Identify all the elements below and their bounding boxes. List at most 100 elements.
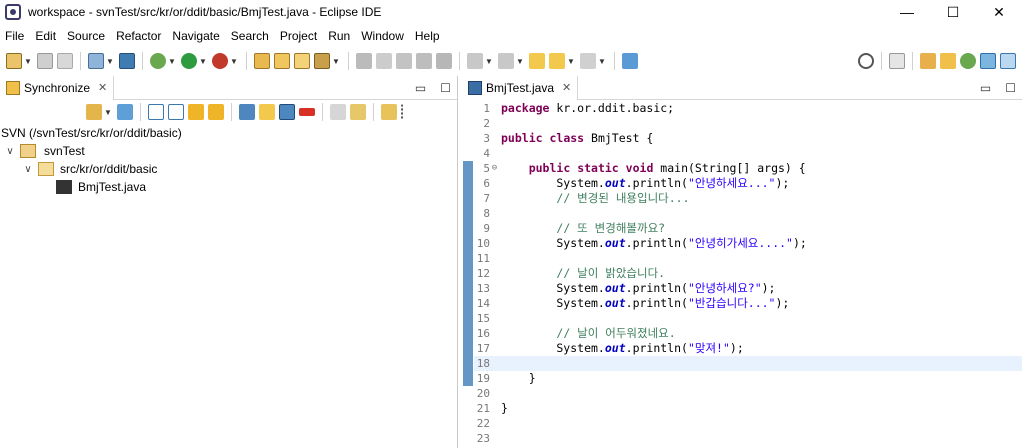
last-edit-location-icon[interactable]: [529, 53, 545, 69]
next-annotation-dropdown-icon[interactable]: ▼: [485, 57, 493, 66]
close-icon[interactable]: ✕: [98, 81, 107, 94]
collapse-all-icon[interactable]: [168, 104, 184, 120]
chevron-down-icon[interactable]: ∨: [22, 164, 34, 175]
code-line[interactable]: 18: [474, 356, 1022, 371]
code-line[interactable]: 12 // 날이 밝았습니다.: [474, 266, 1022, 281]
code-line[interactable]: 2: [474, 116, 1022, 131]
code-line[interactable]: 5 ⊖ public static void main(String[] args…: [474, 161, 1022, 176]
debug-perspective-icon[interactable]: [960, 53, 976, 69]
debug-dropdown-icon[interactable]: ▼: [168, 57, 176, 66]
code-line[interactable]: 3 public class BmjTest {: [474, 131, 1022, 146]
menu-help[interactable]: Help: [410, 29, 446, 43]
pin-editor-icon[interactable]: [622, 53, 638, 69]
maximize-view-icon[interactable]: ☐: [440, 81, 451, 95]
tab-synchronize[interactable]: Synchronize ✕: [0, 75, 115, 100]
minimize-editor-icon[interactable]: ▭: [980, 81, 991, 95]
previous-annotation-dropdown-icon[interactable]: ▼: [516, 57, 524, 66]
incoming-mode-icon[interactable]: [239, 104, 255, 120]
view-menu-icon[interactable]: [401, 104, 405, 120]
menu-edit[interactable]: Edit: [30, 29, 62, 43]
code-line[interactable]: 14 System.out.println("반갑습니다...");: [474, 296, 1022, 311]
code-line[interactable]: 1 package kr.or.ddit.basic;: [474, 101, 1022, 116]
next-difference-icon[interactable]: [188, 104, 204, 120]
open-perspective-button-icon[interactable]: [889, 53, 905, 69]
menu-file[interactable]: File: [0, 29, 30, 43]
close-icon[interactable]: ✕: [562, 81, 571, 94]
code-line[interactable]: 8: [474, 206, 1022, 221]
new-package-icon[interactable]: [274, 53, 290, 69]
terminal-icon[interactable]: [119, 53, 135, 69]
commit-all-icon[interactable]: [350, 104, 366, 120]
perspective-dropdown-icon[interactable]: ▼: [106, 57, 114, 66]
minimize-window-button[interactable]: —: [884, 0, 930, 24]
back-icon[interactable]: [549, 53, 565, 69]
expand-all-icon[interactable]: [148, 104, 164, 120]
code-line[interactable]: 7 // 변경된 내용입니다...: [474, 191, 1022, 206]
code-line[interactable]: 13 System.out.println("안녕하세요?");: [474, 281, 1022, 296]
debug-icon[interactable]: [150, 53, 166, 69]
java-ee-perspective-icon[interactable]: [920, 53, 936, 69]
save-icon[interactable]: [37, 53, 53, 69]
code-line[interactable]: 23: [474, 431, 1022, 446]
show-paragraph-icon[interactable]: [436, 53, 452, 69]
code-line[interactable]: 19 }: [474, 371, 1022, 386]
next-annotation-icon[interactable]: [467, 53, 483, 69]
synchronize-dropdown-icon[interactable]: ▼: [104, 108, 112, 117]
save-all-icon[interactable]: [57, 53, 73, 69]
new-class-icon[interactable]: [294, 53, 310, 69]
menu-navigate[interactable]: Navigate: [167, 29, 225, 43]
code-line[interactable]: 17 System.out.println("맞져!");: [474, 341, 1022, 356]
back-dropdown-icon[interactable]: ▼: [567, 57, 575, 66]
menu-source[interactable]: Source: [62, 29, 111, 43]
menu-project[interactable]: Project: [275, 29, 323, 43]
change-sets-icon[interactable]: [381, 104, 397, 120]
svn-perspective-icon[interactable]: [980, 53, 996, 69]
fold-toggle-icon[interactable]: ⊖: [490, 161, 499, 176]
outgoing-mode-icon[interactable]: [259, 104, 275, 120]
show-whitespace-icon[interactable]: [416, 53, 432, 69]
team-sync-perspective-icon[interactable]: [1000, 53, 1016, 69]
previous-difference-icon[interactable]: [208, 104, 224, 120]
conflicts-mode-icon[interactable]: [299, 108, 315, 116]
run-dropdown-icon[interactable]: ▼: [199, 57, 207, 66]
maximize-window-button[interactable]: ☐: [930, 0, 976, 24]
menu-refactor[interactable]: Refactor: [111, 29, 167, 43]
menu-search[interactable]: Search: [226, 29, 275, 43]
open-type-icon[interactable]: [314, 53, 330, 69]
tree-row-package[interactable]: ∨ src/kr/or/ddit/basic: [0, 160, 457, 178]
java-perspective-icon[interactable]: [940, 53, 956, 69]
block-selection-icon[interactable]: [396, 53, 412, 69]
java-code-editor[interactable]: 1 package kr.or.ddit.basic; 2 3 public class…: [462, 101, 1022, 448]
update-all-icon[interactable]: [330, 104, 346, 120]
synchronize-action-icon[interactable]: [86, 104, 102, 120]
tab-bmjtest-java[interactable]: BmjTest.java ✕: [462, 75, 579, 100]
code-line[interactable]: 11: [474, 251, 1022, 266]
minimize-view-icon[interactable]: ▭: [415, 81, 426, 95]
new-icon[interactable]: [6, 53, 22, 69]
menu-run[interactable]: Run: [323, 29, 356, 43]
open-perspective-icon[interactable]: [88, 53, 104, 69]
external-tools-dropdown-icon[interactable]: ▼: [230, 57, 238, 66]
code-line[interactable]: 21}: [474, 401, 1022, 416]
code-line[interactable]: 20: [474, 386, 1022, 401]
previous-annotation-icon[interactable]: [498, 53, 514, 69]
forward-dropdown-icon[interactable]: ▼: [598, 57, 606, 66]
new-java-project-icon[interactable]: [254, 53, 270, 69]
pin-icon[interactable]: [117, 104, 133, 120]
code-line[interactable]: 9 // 또 변경해볼까요?: [474, 221, 1022, 236]
menu-window[interactable]: Window: [356, 29, 410, 43]
code-line[interactable]: 22: [474, 416, 1022, 431]
tree-row-project[interactable]: ∨ svnTest: [0, 142, 457, 160]
close-window-button[interactable]: ✕: [976, 0, 1022, 24]
both-modes-icon[interactable]: [279, 104, 295, 120]
tree-row-file[interactable]: BmjTest.java: [0, 178, 457, 196]
code-line[interactable]: 16 // 날이 어두워졌네요.: [474, 326, 1022, 341]
chevron-down-icon[interactable]: ∨: [4, 146, 16, 157]
new-dropdown-icon[interactable]: ▼: [24, 57, 32, 66]
forward-icon[interactable]: [580, 53, 596, 69]
toggle-word-wrap-icon[interactable]: [376, 53, 392, 69]
search-icon[interactable]: [858, 53, 874, 69]
code-line[interactable]: 4: [474, 146, 1022, 161]
toggle-mark-occurrences-icon[interactable]: [356, 53, 372, 69]
maximize-editor-icon[interactable]: ☐: [1005, 81, 1016, 95]
